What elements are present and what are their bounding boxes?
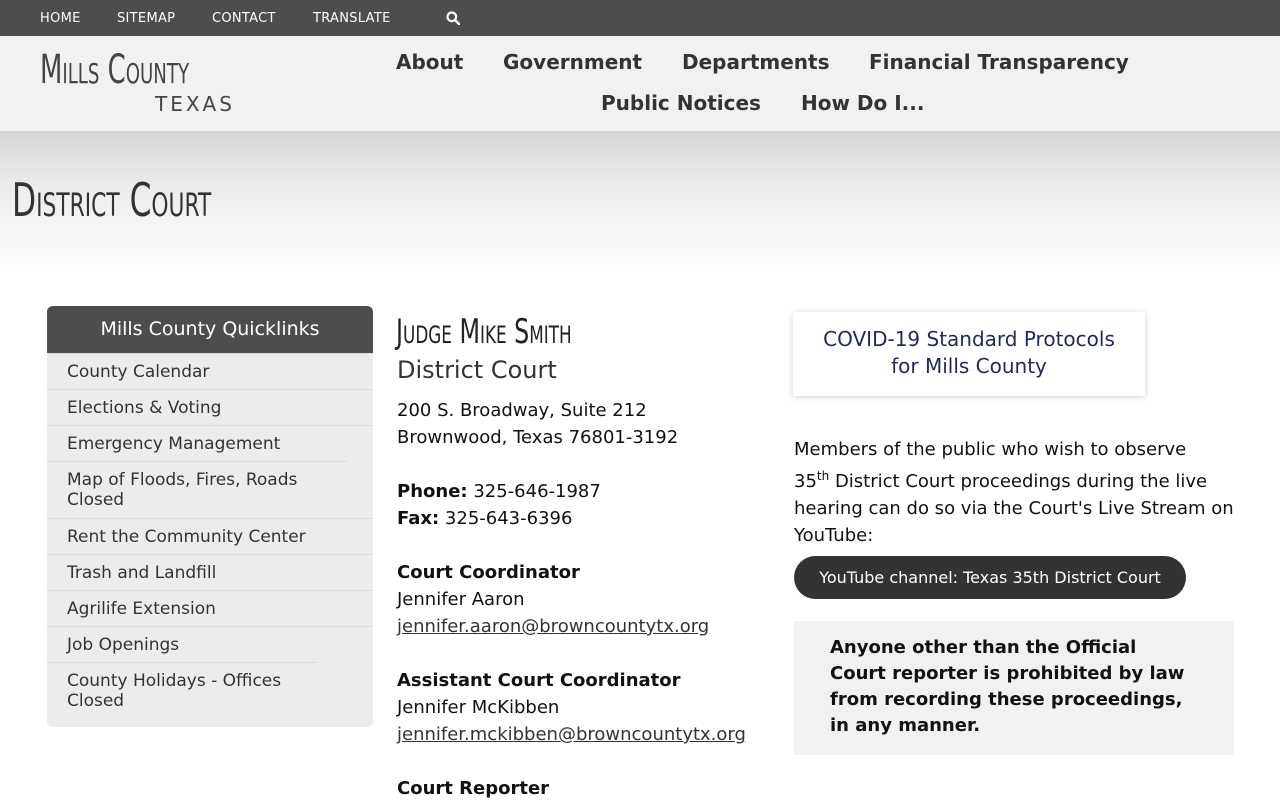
nav-about[interactable]: About bbox=[396, 50, 463, 74]
nav-financial-transparency[interactable]: Financial Transparency bbox=[869, 50, 1129, 74]
recording-notice: Anyone other than the Official Court rep… bbox=[794, 621, 1234, 755]
court-subtitle: District Court bbox=[397, 356, 557, 384]
quicklink-item[interactable]: Map of Floods, Fires, Roads Closed bbox=[47, 461, 347, 518]
quicklinks-heading: Mills County Quicklinks bbox=[47, 306, 373, 353]
youtube-channel-button[interactable]: YouTube channel: Texas 35th District Cou… bbox=[794, 556, 1186, 599]
coordinator-title: Court Coordinator bbox=[397, 562, 580, 583]
phone-label: Phone: bbox=[397, 481, 468, 502]
address-line-2: Brownwood, Texas 76801-3192 bbox=[397, 427, 679, 448]
utility-bar: HOME SITEMAP CONTACT TRANSLATE bbox=[0, 0, 1280, 36]
quicklink-item[interactable]: Trash and Landfill bbox=[47, 554, 373, 590]
quicklink-item[interactable]: Job Openings bbox=[47, 626, 373, 662]
utility-link-translate[interactable]: TRANSLATE bbox=[313, 11, 391, 26]
utility-link-home[interactable]: HOME bbox=[40, 11, 81, 26]
quicklink-item[interactable]: Elections & Voting bbox=[47, 389, 373, 425]
site-header: Mills County TEXAS About Government Depa… bbox=[0, 36, 1280, 131]
phone-number: 325-646-1987 bbox=[467, 481, 601, 502]
coordinator-email-link[interactable]: jennifer.aaron@browncountytx.org bbox=[397, 613, 709, 640]
court-reporter-title: Court Reporter bbox=[397, 778, 550, 799]
search-icon[interactable] bbox=[446, 11, 460, 25]
page-title: District Court bbox=[12, 173, 212, 227]
quicklink-item[interactable]: Agrilife Extension bbox=[47, 590, 373, 626]
nav-government[interactable]: Government bbox=[503, 50, 642, 74]
covid-line-2[interactable]: for Mills County bbox=[793, 353, 1145, 380]
assistant-coordinator-title: Assistant Court Coordinator bbox=[397, 670, 681, 691]
utility-link-contact[interactable]: CONTACT bbox=[212, 11, 276, 26]
quicklink-item[interactable]: County Calendar bbox=[47, 353, 373, 389]
coordinator-name: Jennifer Aaron bbox=[397, 589, 525, 610]
phone-line: Phone: 325-646-1987 bbox=[397, 478, 601, 505]
fax-label: Fax: bbox=[397, 508, 440, 529]
quicklink-item[interactable]: County Holidays - Offices Closed bbox=[47, 662, 317, 719]
fax-number: 325-643-6396 bbox=[439, 508, 573, 529]
quicklink-item[interactable]: Rent the Community Center bbox=[47, 518, 373, 554]
page-banner: District Court bbox=[0, 131, 1280, 271]
logo-subtitle[interactable]: TEXAS bbox=[155, 92, 235, 116]
judge-name: Judge Mike Smith bbox=[396, 312, 572, 352]
nav-departments[interactable]: Departments bbox=[682, 50, 830, 74]
covid-protocols-link[interactable]: COVID-19 Standard Protocols for Mills Co… bbox=[793, 312, 1145, 396]
covid-line-1[interactable]: COVID-19 Standard Protocols bbox=[793, 326, 1145, 353]
assistant-coordinator-name: Jennifer McKibben bbox=[397, 697, 560, 718]
livestream-info: Members of the public who wish to observ… bbox=[794, 439, 1234, 546]
logo-title[interactable]: Mills County bbox=[40, 47, 189, 93]
nav-public-notices[interactable]: Public Notices bbox=[601, 91, 761, 115]
utility-link-sitemap[interactable]: SITEMAP bbox=[117, 11, 175, 26]
assistant-coordinator-email-link[interactable]: jennifer.mckibben@browncountytx.org bbox=[397, 721, 746, 748]
quicklink-item[interactable]: Emergency Management bbox=[47, 425, 373, 461]
address-line-1: 200 S. Broadway, Suite 212 bbox=[397, 400, 647, 421]
quicklinks-list: County Calendar Elections & Voting Emerg… bbox=[47, 353, 373, 719]
fax-line: Fax: 325-643-6396 bbox=[397, 505, 572, 532]
quicklinks-panel: Mills County Quicklinks County Calendar … bbox=[47, 306, 373, 727]
nav-how-do-i[interactable]: How Do I... bbox=[801, 91, 924, 115]
